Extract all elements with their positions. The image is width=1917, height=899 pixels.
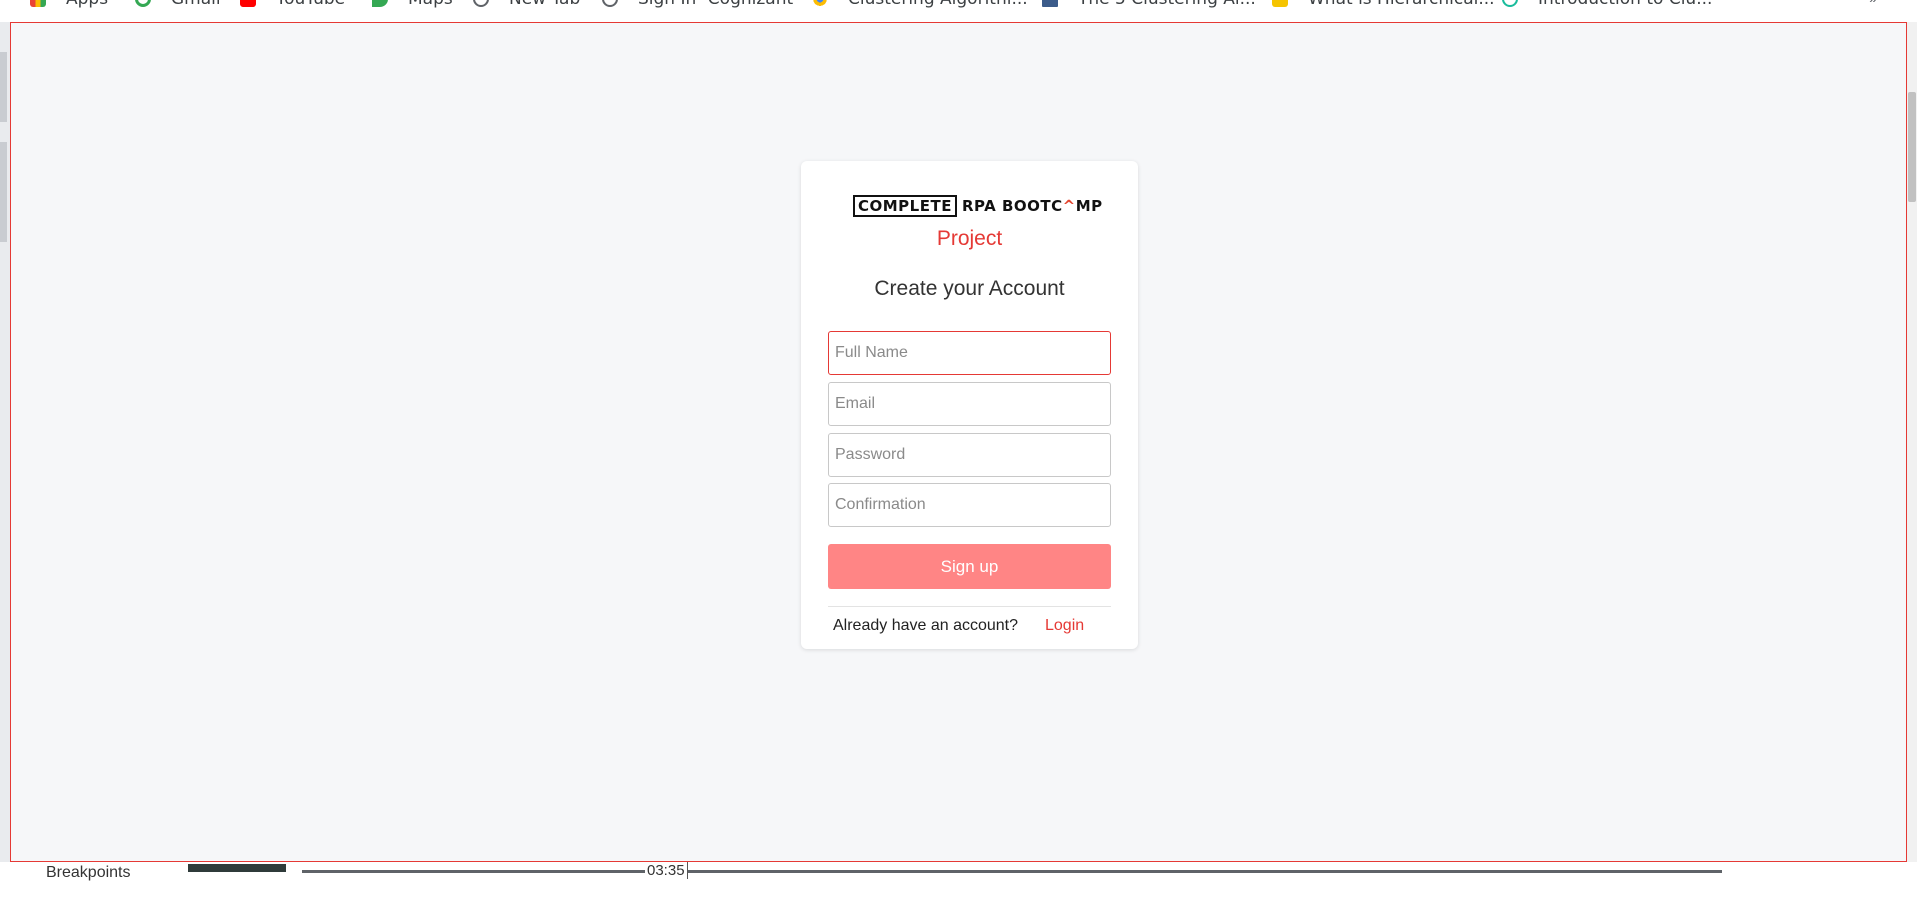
logo-text-b: MP — [1075, 197, 1103, 215]
bookmark-label: Introduction to Clu... — [1538, 0, 1712, 9]
timeline-time: 03:35 — [645, 862, 688, 879]
breakpoints-label[interactable]: Breakpoints — [46, 864, 131, 882]
apps-grid-icon — [30, 0, 46, 7]
signup-card: COMPLETE RPA BOOTC^MP Project Create you… — [801, 161, 1138, 649]
bookmark-new-tab[interactable]: New Tab — [473, 0, 580, 10]
bookmark-label: Sign In- Cognizant — [638, 0, 793, 9]
bookmark-cognizant[interactable]: Sign In- Cognizant — [602, 0, 793, 10]
logo-accent: ^ — [1062, 197, 1076, 215]
confirmation-field[interactable] — [828, 483, 1111, 527]
page-icon — [1042, 0, 1058, 7]
devtools-strip: Breakpoints 03:35 — [0, 862, 1917, 899]
edge-panel — [0, 52, 7, 122]
bookmark-intro-clu[interactable]: Introduction to Clu... — [1502, 0, 1712, 10]
scrollbar[interactable] — [1907, 22, 1917, 882]
globe-icon — [602, 0, 618, 7]
scrollbar-thumb[interactable] — [1908, 92, 1916, 202]
project-title: Project — [936, 227, 1003, 250]
timeline-bar[interactable] — [302, 870, 1722, 873]
edge-panel — [0, 142, 7, 242]
dots-icon — [812, 0, 828, 7]
bookmark-gmail[interactable]: Gmail — [135, 0, 221, 10]
bookmark-hierarchical[interactable]: What is Hierarchical... — [1272, 0, 1495, 10]
bootcamp-logo: COMPLETE RPA BOOTC^MP — [853, 194, 1103, 218]
email-field[interactable] — [828, 382, 1111, 426]
youtube-icon — [240, 0, 256, 7]
bookmarks-bar: Apps Gmail YouTube Maps New Tab Sign In-… — [0, 0, 1917, 22]
bookmark-label: The 5 Clustering Al... — [1078, 0, 1256, 9]
full-name-field[interactable] — [828, 331, 1111, 375]
logo-boxed-text: COMPLETE — [853, 195, 957, 217]
search-icon — [1502, 0, 1518, 7]
divider — [828, 606, 1111, 607]
logo-text: RPA BOOTC^MP — [962, 197, 1103, 215]
bookmark-label: Gmail — [171, 0, 221, 9]
already-have-account-text: Already have an account? — [833, 617, 1019, 634]
k-logo-icon — [1272, 0, 1288, 7]
bookmark-apps[interactable]: Apps — [30, 0, 108, 10]
left-browser-edge — [0, 22, 10, 882]
globe-icon — [473, 0, 489, 7]
bookmark-maps[interactable]: Maps — [372, 0, 453, 10]
signup-button[interactable]: Sign up — [828, 544, 1111, 589]
page-title: Create your Account — [874, 277, 1065, 300]
bookmark-label: YouTube — [276, 0, 345, 9]
bookmark-label: New Tab — [509, 0, 580, 9]
bookmark-5-clustering[interactable]: The 5 Clustering Al... — [1042, 0, 1256, 10]
bookmark-youtube[interactable]: YouTube — [240, 0, 345, 10]
maps-pin-icon — [372, 0, 388, 7]
login-link[interactable]: Login — [1045, 617, 1084, 635]
password-field[interactable] — [828, 433, 1111, 477]
logo-text-a: RPA BOOTC — [961, 197, 1063, 215]
devtools-tab[interactable] — [188, 864, 286, 872]
bookmark-clustering[interactable]: Clustering Algorithi... — [812, 0, 1028, 10]
bookmark-label: Maps — [408, 0, 453, 9]
overflow-chevron-icon[interactable]: » — [1869, 0, 1877, 6]
page-viewport: COMPLETE RPA BOOTC^MP Project Create you… — [10, 22, 1907, 862]
bookmark-label: Apps — [66, 0, 108, 9]
bookmark-label: Clustering Algorithi... — [848, 0, 1028, 9]
bookmark-label: What is Hierarchical... — [1308, 0, 1495, 9]
google-icon — [135, 0, 151, 7]
